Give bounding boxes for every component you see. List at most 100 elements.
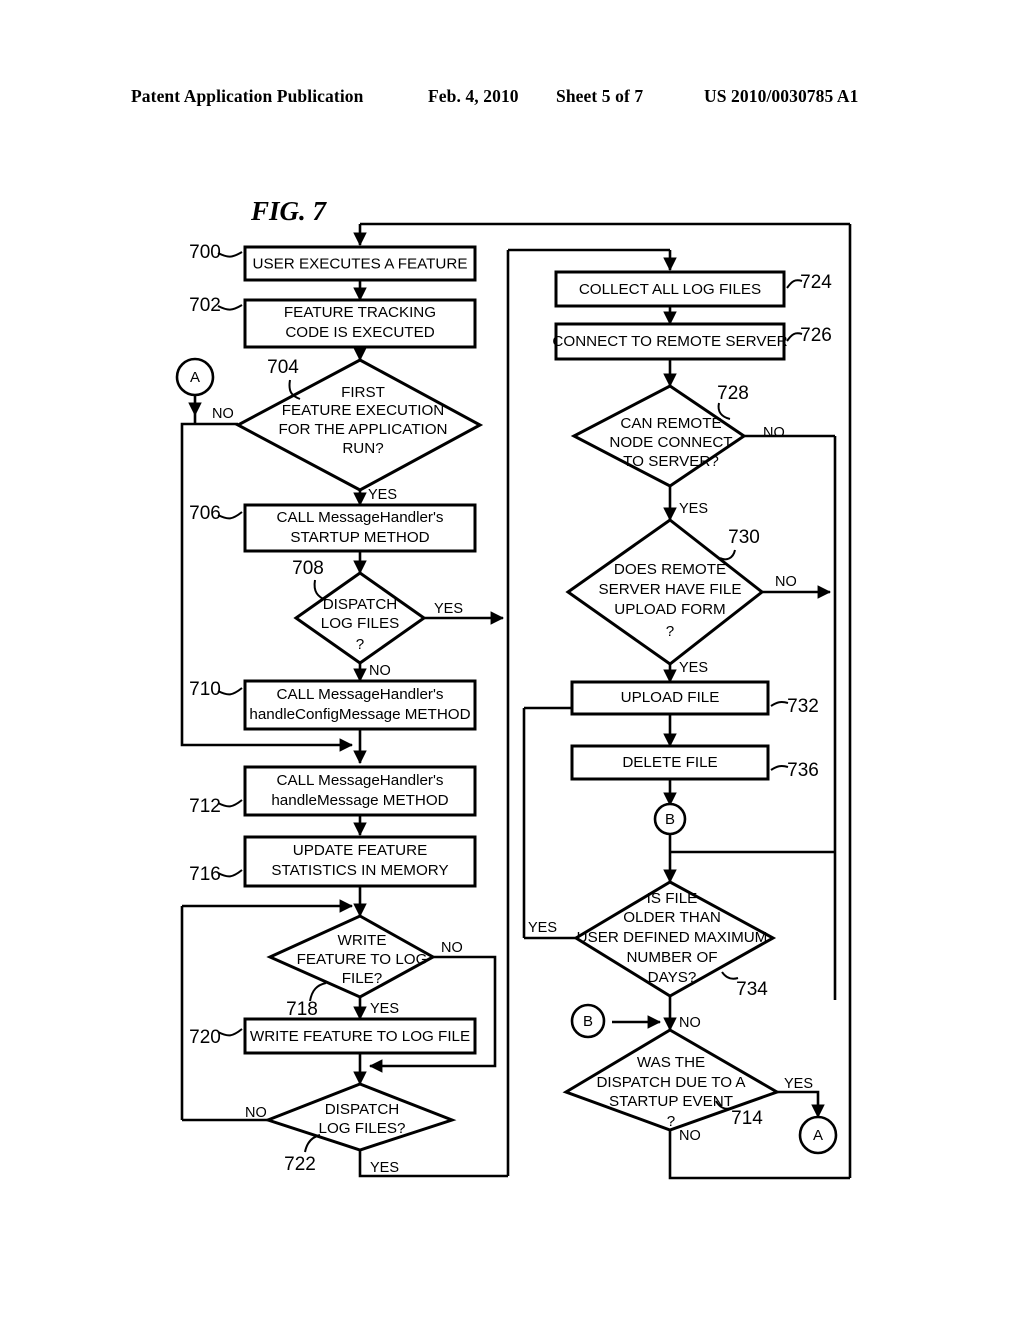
node-716-ref: 716 — [189, 864, 221, 885]
node-718-line-2: FILE? — [342, 970, 383, 987]
node-702-line-1: CODE IS EXECUTED — [285, 324, 434, 341]
edge-730-no: NO — [775, 574, 797, 590]
node-710-ref: 710 — [189, 679, 221, 700]
node-704-line-1: FEATURE EXECUTION — [282, 402, 445, 419]
node-702-line-0: FEATURE TRACKING — [284, 304, 436, 321]
node-718-line-1: FEATURE TO LOG — [297, 951, 428, 968]
node-712-ref: 712 — [189, 796, 221, 817]
node-708-ref: 708 — [292, 558, 324, 579]
node-728-line-1: NODE CONNECT — [609, 434, 732, 451]
edge-734-no: NO — [679, 1015, 701, 1031]
node-702-ref: 702 — [189, 295, 221, 316]
edge-718-no: NO — [441, 940, 463, 956]
node-726-ref: 726 — [800, 325, 832, 346]
node-726: CONNECT TO REMOTE SERVER 726 — [552, 322, 832, 361]
node-704-line-3: RUN? — [342, 440, 383, 457]
node-712: CALL MessageHandler's handleMessage METH… — [189, 765, 477, 817]
node-722-ref: 722 — [284, 1154, 316, 1175]
node-710: CALL MessageHandler's handleConfigMessag… — [189, 679, 477, 731]
edge-722-no: NO — [245, 1105, 267, 1121]
node-734-line-0: IS FILE — [647, 890, 698, 907]
edge-728-no: NO — [763, 425, 785, 441]
node-734-line-1: OLDER THAN — [623, 909, 721, 926]
node-714-line-0: WAS THE — [637, 1054, 705, 1071]
node-732: UPLOAD FILE 732 — [570, 680, 819, 717]
node-732-line-0: UPLOAD FILE — [621, 689, 720, 706]
edge-734-yes: YES — [528, 920, 557, 936]
node-710-line-0: CALL MessageHandler's — [277, 686, 444, 703]
node-730-line-3: ? — [666, 623, 674, 640]
node-712-line-0: CALL MessageHandler's — [277, 772, 444, 789]
edge-728-yes: YES — [679, 501, 708, 517]
node-728-ref: 728 — [717, 383, 749, 404]
node-714-line-2: STARTUP EVENT — [609, 1093, 733, 1110]
node-724-ref: 724 — [800, 272, 832, 293]
node-714: WAS THE DISPATCH DUE TO A STARTUP EVENT … — [562, 1028, 813, 1144]
connector-b-bottom-label: B — [583, 1013, 593, 1030]
node-734: IS FILE OLDER THAN USER DEFINED MAXIMUM … — [528, 880, 777, 1031]
node-704-line-0: FIRST — [341, 384, 385, 401]
node-718-ref: 718 — [286, 999, 318, 1020]
node-708-line-1: LOG FILES — [321, 615, 400, 632]
node-726-line-0: CONNECT TO REMOTE SERVER — [552, 333, 787, 350]
node-736-ref: 736 — [787, 760, 819, 781]
node-730: DOES REMOTE SERVER HAVE FILE UPLOAD FORM… — [565, 518, 797, 676]
connector-a-top-label: A — [190, 369, 200, 386]
node-712-line-1: handleMessage METHOD — [271, 792, 448, 809]
node-724-line-0: COLLECT ALL LOG FILES — [579, 281, 761, 298]
edge-704-yes: YES — [368, 487, 397, 503]
node-724: COLLECT ALL LOG FILES 724 — [554, 270, 832, 308]
edge-722-yes: YES — [370, 1160, 399, 1176]
edge-708-yes: YES — [434, 601, 463, 617]
node-720-line-0: WRITE FEATURE TO LOG FILE — [250, 1028, 470, 1045]
node-736-line-0: DELETE FILE — [622, 754, 717, 771]
node-720-ref: 720 — [189, 1027, 221, 1048]
connector-a-bottom-label: A — [813, 1127, 823, 1144]
node-704-ref: 704 — [267, 357, 299, 378]
node-730-ref: 730 — [728, 527, 760, 548]
node-706-line-1: STARTUP METHOD — [290, 529, 429, 546]
edge-718-yes: YES — [370, 1001, 399, 1017]
node-718: WRITE FEATURE TO LOG FILE? 718 NO YES — [266, 914, 463, 1020]
node-722: DISPATCH LOG FILES? 722 NO YES — [245, 1082, 457, 1176]
connector-a-bottom: A — [798, 1115, 838, 1155]
figure-label: FIG. 7 — [250, 196, 328, 226]
edge-714-yes: YES — [784, 1076, 813, 1092]
node-720: WRITE FEATURE TO LOG FILE 720 — [189, 1017, 477, 1055]
node-706: CALL MessageHandler's STARTUP METHOD 706 — [189, 503, 477, 553]
node-718-line-0: WRITE — [338, 932, 387, 949]
connector-b-top-label: B — [665, 811, 675, 828]
node-706-line-0: CALL MessageHandler's — [277, 509, 444, 526]
node-702: FEATURE TRACKING CODE IS EXECUTED 702 — [189, 295, 477, 349]
edge-714-no: NO — [679, 1128, 701, 1144]
node-736: DELETE FILE 736 — [570, 744, 819, 781]
flowchart-figure: FIG. 7 USER EXECUTES A FEATURE 700 FEATU… — [175, 196, 852, 1180]
edge-730-yes: YES — [679, 660, 708, 676]
edge-708-no: NO — [369, 663, 391, 679]
node-704: FIRST FEATURE EXECUTION FOR THE APPLICAT… — [212, 357, 484, 503]
node-730-line-2: UPLOAD FORM — [614, 601, 725, 618]
connector-a-top: A — [175, 357, 215, 397]
connector-b-top: B — [653, 802, 687, 836]
node-722-line-1: LOG FILES? — [319, 1120, 406, 1137]
node-734-line-2: USER DEFINED MAXIMUM — [577, 929, 768, 946]
connector-b-bottom: B — [570, 1003, 606, 1039]
node-708-line-2: ? — [356, 636, 364, 653]
node-728-line-2: TO SERVER? — [623, 453, 719, 470]
node-722-line-0: DISPATCH — [325, 1101, 400, 1118]
patent-page: Patent Application Publication Feb. 4, 2… — [0, 0, 1024, 1320]
node-700-line-0: USER EXECUTES A FEATURE — [253, 256, 468, 273]
node-732-ref: 732 — [787, 696, 819, 717]
node-714-line-3: ? — [667, 1113, 675, 1130]
node-728-line-0: CAN REMOTE — [620, 415, 721, 432]
node-714-line-1: DISPATCH DUE TO A — [596, 1074, 746, 1091]
node-700-ref: 700 — [189, 242, 221, 263]
node-716: UPDATE FEATURE STATISTICS IN MEMORY 716 — [189, 835, 477, 888]
node-706-ref: 706 — [189, 503, 221, 524]
node-716-line-0: UPDATE FEATURE — [293, 842, 427, 859]
edge-704-no: NO — [212, 406, 234, 422]
node-728: CAN REMOTE NODE CONNECT TO SERVER? 728 N… — [570, 383, 785, 517]
node-708-line-0: DISPATCH — [323, 596, 398, 613]
node-704-line-2: FOR THE APPLICATION — [278, 421, 447, 438]
node-716-line-1: STATISTICS IN MEMORY — [271, 862, 448, 879]
